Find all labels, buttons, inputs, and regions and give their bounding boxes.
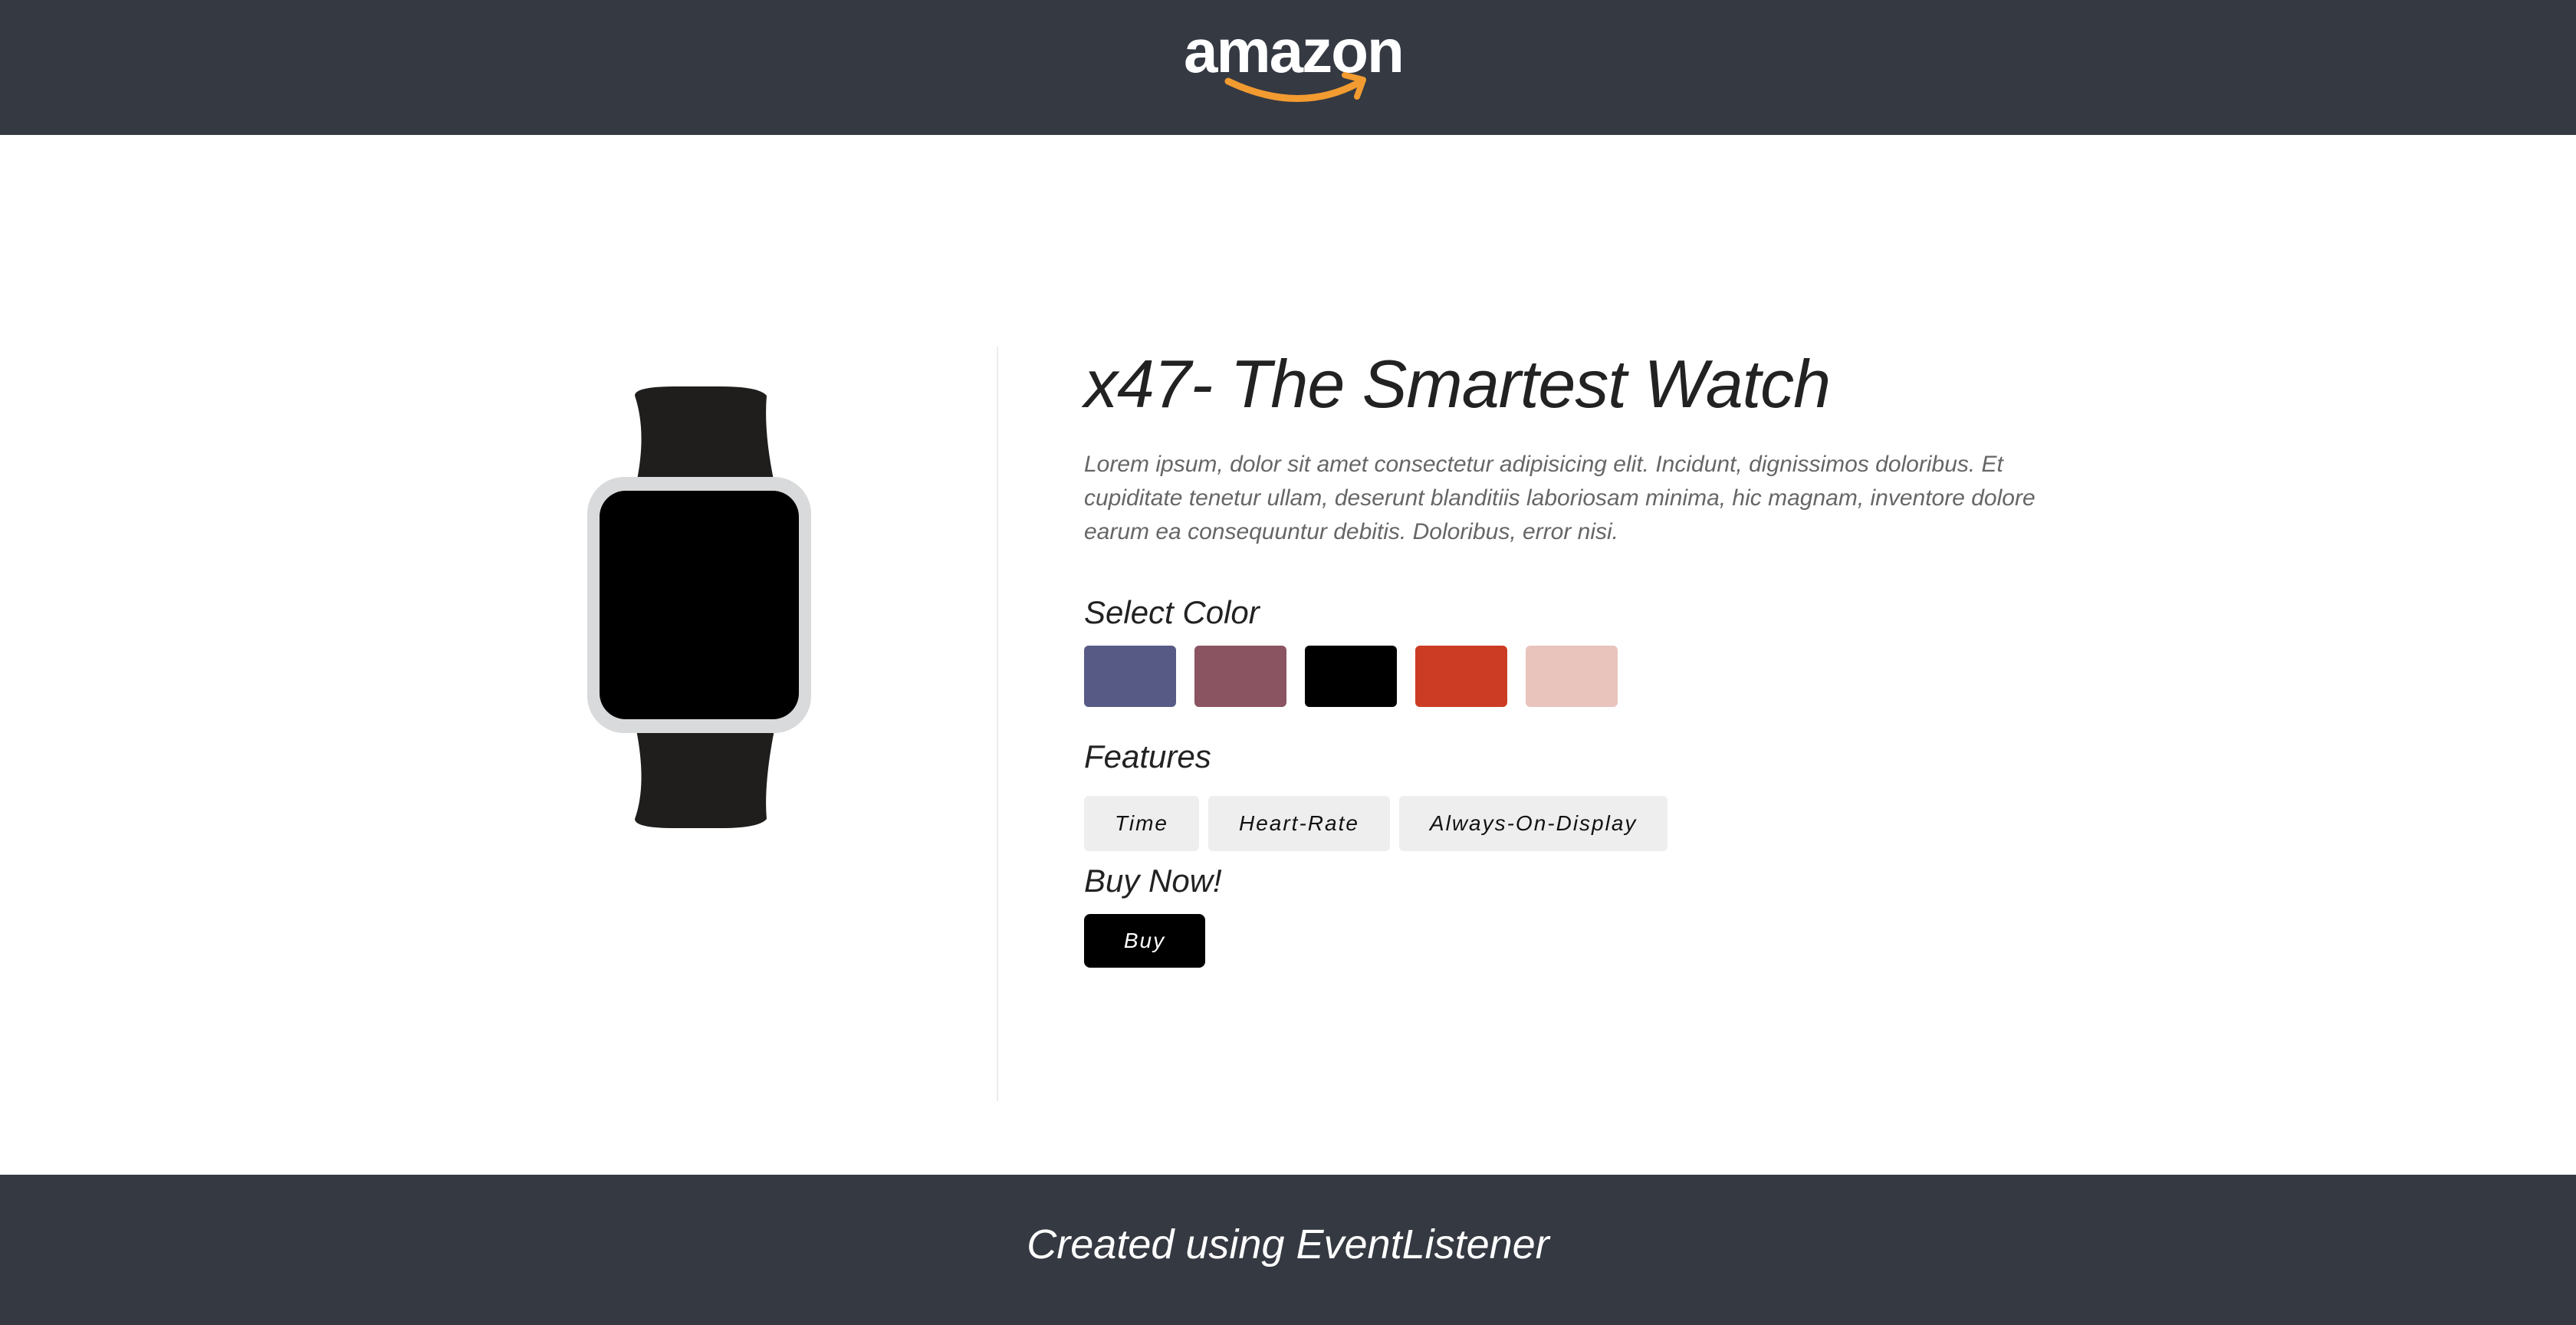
- product-info: x47- The Smartest Watch Lorem ipsum, dol…: [1084, 342, 2081, 968]
- product-section: x47- The Smartest Watch Lorem ipsum, dol…: [0, 135, 2576, 1175]
- color-swatch-red[interactable]: [1415, 646, 1507, 707]
- feature-always-on-display-button[interactable]: Always-On-Display: [1398, 796, 1668, 851]
- product-image: [583, 386, 828, 847]
- feature-heart-rate-button[interactable]: Heart-Rate: [1208, 796, 1390, 851]
- feature-list: Time Heart-Rate Always-On-Display: [1084, 796, 2081, 851]
- color-swatch-purple[interactable]: [1084, 646, 1176, 707]
- feature-time-button[interactable]: Time: [1084, 796, 1199, 851]
- buy-button[interactable]: Buy: [1084, 914, 1205, 968]
- smile-arrow-icon: [1224, 72, 1366, 102]
- select-color-label: Select Color: [1084, 594, 1260, 630]
- product-title: x47- The Smartest Watch: [1084, 346, 1831, 422]
- color-swatch-black[interactable]: [1305, 646, 1397, 707]
- product-description: Lorem ipsum, dolor sit amet consectetur …: [1084, 452, 2036, 544]
- site-footer: Created using EventListener: [0, 1175, 2576, 1325]
- site-header: amazon: [0, 0, 2576, 135]
- color-swatch-plum[interactable]: [1194, 646, 1286, 707]
- features-label: Features: [1084, 738, 1211, 774]
- amazon-logo[interactable]: amazon: [1184, 17, 1405, 102]
- color-swatch-pink[interactable]: [1526, 646, 1618, 707]
- color-swatches: [1084, 646, 2081, 707]
- buy-now-label: Buy Now!: [1084, 863, 1222, 899]
- footer-credit: Created using EventListener: [1027, 1221, 1549, 1267]
- smartwatch-icon: [587, 386, 811, 828]
- vertical-divider: [997, 347, 998, 1101]
